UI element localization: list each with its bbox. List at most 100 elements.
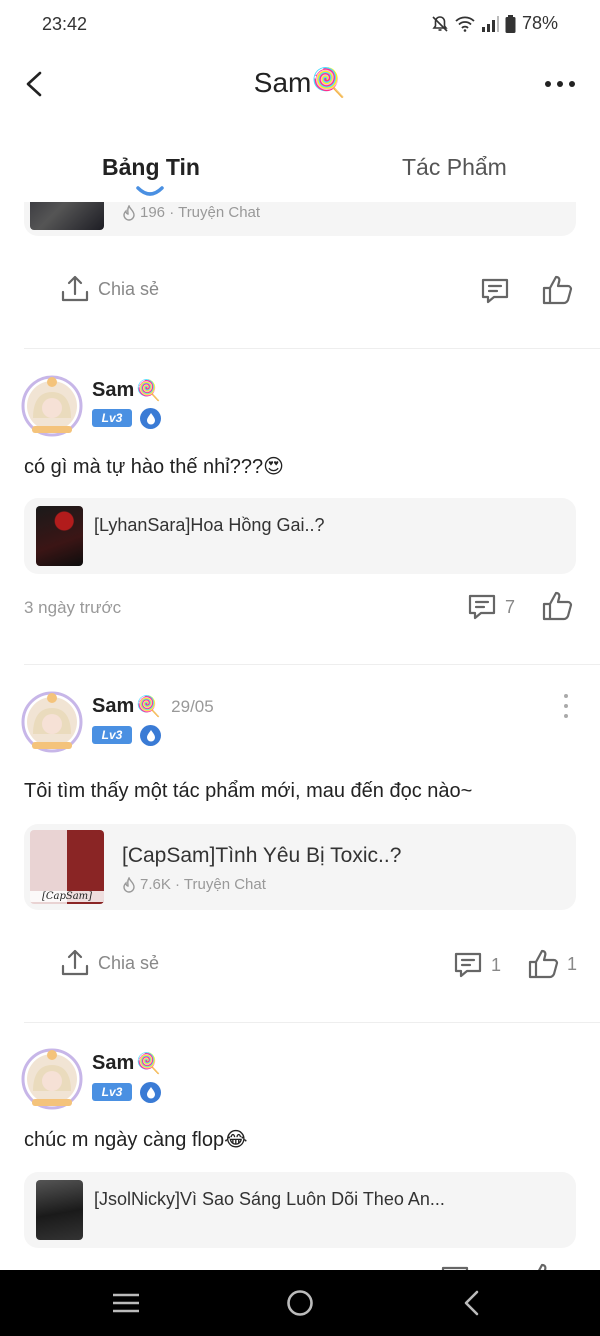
drop-badge-icon — [140, 408, 161, 429]
comment-count: 1 — [491, 954, 502, 975]
story-meta: 7.6K · Truyện Chat — [122, 876, 266, 893]
dot — [564, 714, 568, 718]
story-cover: [CapSam] — [30, 830, 104, 904]
share-icon — [61, 949, 89, 976]
author-name-text: Sam — [92, 695, 135, 717]
comment-button[interactable]: 7 — [467, 592, 515, 622]
lollipop-emoji: 🍭 — [136, 380, 162, 402]
dot — [564, 704, 568, 708]
post-date: 29/05 — [171, 696, 214, 716]
story-title: [JsolNicky]Vì Sao Sáng Luôn Dõi Theo An.… — [94, 1189, 445, 1209]
post-text: có gì mà tự hào thế nhỉ???😍 — [24, 456, 284, 478]
share-button[interactable]: Chia sẻ — [60, 948, 159, 978]
page-title: Sam🍭 — [0, 66, 600, 99]
page-title-text: Sam — [253, 67, 312, 98]
level-badge: Lv3 — [92, 409, 132, 427]
dot — [557, 81, 563, 87]
chevron-left-icon — [464, 1290, 479, 1316]
author-name-text: Sam — [92, 379, 135, 401]
comment-icon — [481, 278, 509, 304]
flame-icon — [123, 876, 135, 893]
tab-works[interactable]: Tác Phẩm — [402, 154, 507, 181]
story-cover — [36, 506, 83, 566]
share-button[interactable]: Chia sẻ — [60, 274, 159, 304]
story-card[interactable]: [LyhanSara]Hoa Hồng Gai..? — [24, 498, 576, 574]
share-icon — [61, 275, 89, 302]
like-button[interactable]: 1 — [527, 948, 577, 980]
author-name[interactable]: Sam 🍭 — [92, 1051, 161, 1076]
more-options-button[interactable] — [542, 70, 578, 98]
post-time: 3 ngày trước — [24, 598, 122, 617]
story-title: [CapSam]Tình Yêu Bị Toxic..? — [122, 844, 402, 867]
post-text: chúc m ngày càng flop😂 — [24, 1129, 248, 1151]
post-divider — [24, 664, 600, 665]
like-button[interactable] — [541, 274, 573, 306]
level-badge: Lv3 — [92, 1083, 132, 1101]
thumbs-up-icon — [542, 275, 573, 305]
battery-percent: 78% — [521, 13, 558, 33]
story-card[interactable]: 196 · Truyện Chat — [24, 202, 576, 236]
avatar-image — [21, 1048, 83, 1110]
author-name-text: Sam — [92, 1052, 135, 1074]
mute-icon — [431, 15, 449, 33]
share-label: Chia sẻ — [98, 278, 160, 299]
story-meta-text: 196 · Truyện Chat — [140, 204, 261, 221]
comment-icon — [454, 952, 482, 978]
like-button[interactable] — [541, 590, 573, 622]
tab-bar: Bảng Tin Tác Phẩm — [0, 140, 600, 202]
comment-button[interactable] — [480, 276, 510, 306]
author-name[interactable]: Sam 🍭 — [92, 378, 161, 403]
story-card[interactable]: [JsolNicky]Vì Sao Sáng Luôn Dõi Theo An.… — [24, 1172, 576, 1248]
drop-badge-icon — [140, 1082, 161, 1103]
flame-icon — [123, 204, 135, 221]
home-button[interactable] — [280, 1288, 320, 1318]
tab-active-indicator — [136, 186, 164, 196]
system-nav-bar — [0, 1270, 600, 1336]
story-cover — [30, 202, 104, 230]
feed[interactable]: 196 · Truyện Chat Chia sẻ Sam 🍭 Lv3 có gì… — [0, 202, 600, 1270]
wifi-icon — [455, 16, 475, 32]
post-text: Tôi tìm thấy một tác phẩm mới, mau đến đ… — [24, 780, 473, 802]
status-bar: 23:42 78% — [0, 0, 600, 50]
dot — [569, 81, 575, 87]
comment-button[interactable]: 1 — [453, 950, 501, 980]
avatar[interactable] — [20, 1047, 84, 1111]
cover-caption: [CapSam] — [30, 891, 104, 902]
system-back-button[interactable] — [452, 1288, 492, 1318]
story-card[interactable]: [CapSam] [CapSam]Tình Yêu Bị Toxic..? 7.… — [24, 824, 576, 910]
avatar-image — [21, 375, 83, 437]
lollipop-emoji: 🍭 — [136, 1053, 162, 1075]
story-title: [LyhanSara]Hoa Hồng Gai..? — [94, 515, 325, 535]
signal-icon — [481, 15, 499, 32]
story-meta-text: 7.6K · Truyện Chat — [140, 876, 266, 893]
status-time: 23:42 — [42, 14, 88, 34]
share-label: Chia sẻ — [98, 952, 160, 973]
post-divider — [24, 348, 600, 349]
avatar[interactable] — [20, 374, 84, 438]
comment-icon — [468, 594, 496, 620]
tab-feed[interactable]: Bảng Tin — [102, 154, 200, 181]
thumbs-up-icon — [542, 591, 573, 621]
drop-badge-icon — [140, 725, 161, 746]
battery-icon — [505, 14, 516, 33]
dot — [545, 81, 551, 87]
recent-apps-button[interactable] — [106, 1288, 146, 1318]
like-button[interactable] — [527, 1262, 559, 1270]
home-circle-icon — [287, 1290, 313, 1316]
status-icons: 78% — [431, 13, 558, 34]
lollipop-emoji: 🍭 — [136, 696, 162, 718]
thumbs-up-icon — [538, 1263, 547, 1270]
story-meta: 196 · Truyện Chat — [122, 204, 260, 221]
comment-count: 7 — [505, 596, 516, 617]
top-bar: Sam🍭 — [0, 52, 600, 114]
author-name[interactable]: Sam 🍭 29/05 — [92, 694, 214, 719]
lollipop-emoji: 🍭 — [311, 67, 347, 98]
level-badge: Lv3 — [92, 726, 132, 744]
post-divider — [24, 1022, 600, 1023]
thumbs-up-icon — [528, 949, 559, 979]
menu-icon — [113, 1293, 139, 1313]
like-count: 1 — [567, 953, 578, 974]
story-cover — [36, 1180, 83, 1240]
avatar[interactable] — [20, 690, 84, 754]
post-options-button[interactable] — [558, 694, 574, 718]
